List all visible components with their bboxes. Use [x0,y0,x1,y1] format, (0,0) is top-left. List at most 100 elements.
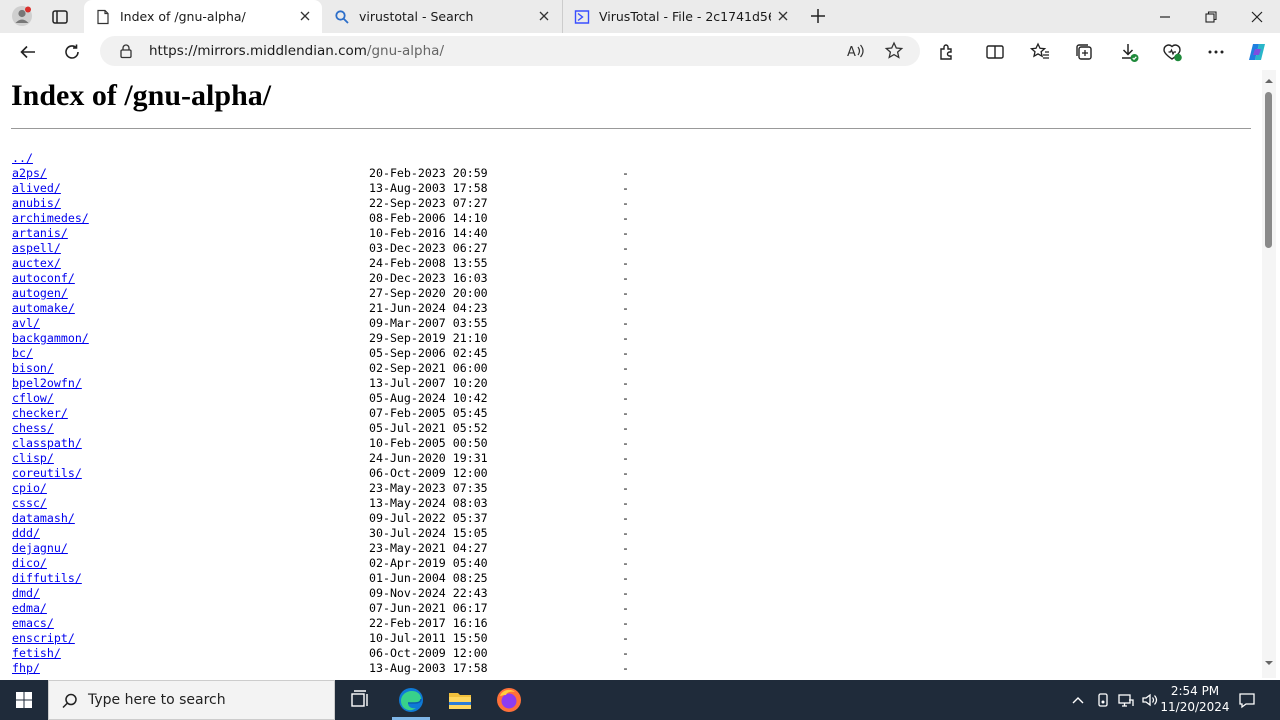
listing-row: archimedes/08-Feb-2006 14:10 - [12,211,629,226]
directory-link[interactable]: bpel2owfn/ [12,376,82,390]
directory-link[interactable]: checker/ [12,406,68,420]
notification-icon[interactable] [1238,691,1256,709]
directory-link[interactable]: archimedes/ [12,211,89,225]
directory-link[interactable]: automake/ [12,301,75,315]
directory-link[interactable]: bc/ [12,346,33,360]
window-close-icon[interactable] [1247,7,1267,27]
directory-link[interactable]: auctex/ [12,256,61,270]
back-arrow-icon[interactable] [17,41,39,63]
listing-row: datamash/09-Jul-2022 05:37 - [12,511,629,526]
directory-link[interactable]: datamash/ [12,511,75,525]
lock-icon[interactable] [118,43,134,59]
split-screen-icon[interactable] [984,41,1006,63]
taskbar-search-box[interactable]: Type here to search [48,680,335,720]
directory-link[interactable]: enscript/ [12,631,75,645]
file-size: - [622,541,629,555]
tab-virustotal-search[interactable]: virustotal - Search [323,0,561,33]
file-size: - [622,601,629,615]
directory-link[interactable]: backgammon/ [12,331,89,345]
directory-link[interactable]: chess/ [12,421,54,435]
directory-link[interactable]: fhp/ [12,661,40,675]
modified-date: 20-Dec-2023 16:03 [369,271,488,285]
tab-gnu-alpha[interactable]: Index of /gnu-alpha/ [84,0,322,33]
listing-row: dico/02-Apr-2019 05:40 - [12,556,629,571]
volume-icon[interactable] [1141,691,1159,709]
scrollbar-thumb[interactable] [1265,92,1272,248]
directory-link[interactable]: aspell/ [12,241,61,255]
listing-row: fetish/06-Oct-2009 12:00 - [12,646,629,661]
directory-link[interactable]: diffutils/ [12,571,82,585]
directory-link[interactable]: edma/ [12,601,47,615]
directory-link[interactable]: autoconf/ [12,271,75,285]
more-options-icon[interactable] [1205,41,1227,63]
close-icon[interactable] [537,9,551,23]
extensions-icon[interactable] [936,41,958,63]
directory-link[interactable]: dejagnu/ [12,541,68,555]
address-bar[interactable]: https://mirrors.middlendian.com/gnu-alph… [100,36,920,66]
task-view-icon[interactable] [346,686,374,714]
directory-link[interactable]: autogen/ [12,286,68,300]
close-icon[interactable] [776,9,790,23]
listing-row: chess/05-Jul-2021 05:52 - [12,421,629,436]
directory-link[interactable]: artanis/ [12,226,68,240]
file-size: - [622,496,629,510]
restore-icon[interactable] [1201,7,1221,27]
device-icon[interactable] [1094,691,1112,709]
copilot-icon[interactable] [1246,41,1268,63]
downloads-icon[interactable] [1118,41,1140,63]
listing-row: coreutils/06-Oct-2009 12:00 - [12,466,629,481]
listing-row: diffutils/01-Jun-2004 08:25 - [12,571,629,586]
directory-link[interactable]: emacs/ [12,616,54,630]
favorites-icon[interactable] [1029,41,1051,63]
modified-date: 23-May-2023 07:35 [369,481,488,495]
directory-link[interactable]: cpio/ [12,481,47,495]
directory-link[interactable]: clisp/ [12,451,54,465]
firefox-icon[interactable] [495,686,523,714]
page-content: Index of /gnu-alpha/ ../ a2ps/20-Feb-202… [4,70,1262,678]
file-size: - [622,526,629,540]
new-tab-icon[interactable] [807,5,829,27]
system-clock[interactable]: 2:54 PM 11/20/2024 [1160,683,1230,715]
directory-link[interactable]: cssc/ [12,496,47,510]
close-icon[interactable] [298,9,312,23]
directory-link[interactable]: a2ps/ [12,166,47,180]
collections-icon[interactable] [1073,41,1095,63]
scroll-up-icon[interactable] [1264,76,1274,86]
read-aloud-icon[interactable]: A [844,40,866,62]
directory-link[interactable]: dico/ [12,556,47,570]
taskbar: Type here to search 2:54 PM 11/20/2024 [0,680,1280,720]
page-scrollbar[interactable] [1262,70,1276,678]
listing-row: clisp/24-Jun-2020 19:31 - [12,451,629,466]
listing-row: checker/07-Feb-2005 05:45 - [12,406,629,421]
chevron-up-icon[interactable] [1069,691,1087,709]
directory-link[interactable]: bison/ [12,361,54,375]
directory-link[interactable]: alived/ [12,181,61,195]
favorite-star-icon[interactable] [883,40,905,62]
file-size: - [622,616,629,630]
directory-link[interactable]: ddd/ [12,526,40,540]
tab-title: Index of /gnu-alpha/ [120,9,246,24]
modified-date: 09-Mar-2007 03:55 [369,316,488,330]
url-text[interactable]: https://mirrors.middlendian.com/gnu-alph… [149,43,444,59]
windows-start-icon[interactable] [0,680,48,720]
file-size: - [622,166,629,180]
directory-link[interactable]: avl/ [12,316,40,330]
refresh-icon[interactable] [61,41,83,63]
tab-actions-icon[interactable] [50,7,70,27]
directory-link[interactable]: dmd/ [12,586,40,600]
directory-link[interactable]: anubis/ [12,196,61,210]
parent-directory-link[interactable]: ../ [12,151,33,165]
directory-link[interactable]: coreutils/ [12,466,82,480]
minimize-icon[interactable] [1155,7,1175,27]
file-explorer-icon[interactable] [446,686,474,714]
network-icon[interactable] [1117,691,1135,709]
profile-avatar-icon[interactable] [11,5,33,27]
directory-link[interactable]: fetish/ [12,646,61,660]
tab-virustotal-file[interactable]: VirusTotal - File - 2c1741d56d43a [562,0,800,33]
browser-essentials-icon[interactable] [1161,41,1183,63]
edge-browser-icon[interactable] [397,686,425,714]
scroll-down-icon[interactable] [1264,658,1274,668]
directory-link[interactable]: classpath/ [12,436,82,450]
modified-date: 05-Aug-2024 10:42 [369,391,488,405]
directory-link[interactable]: cflow/ [12,391,54,405]
